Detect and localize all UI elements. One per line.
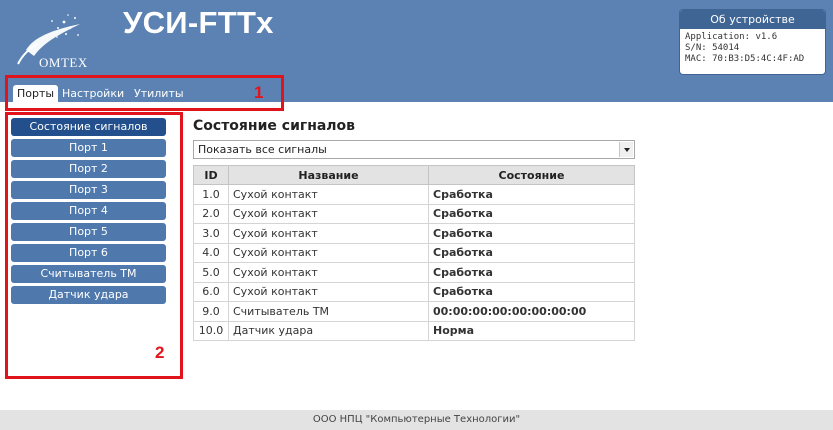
- device-serial-number: S/N: 54014: [685, 43, 740, 53]
- logo-text: OMTEX: [39, 55, 88, 70]
- signal-state-cell: Сработка: [428, 242, 635, 263]
- table-row: 9.0 Считыватель ТМ 00:00:00:00:00:00:00:00: [193, 301, 635, 322]
- table-row: 6.0 Сухой контакт Сработка: [193, 281, 635, 302]
- signal-id-cell: 1.0: [193, 184, 229, 205]
- signal-filter-value: Показать все сигналы: [198, 143, 327, 156]
- device-app-version: Application: v1.6: [685, 32, 778, 42]
- table-row: 2.0 Сухой контакт Сработка: [193, 203, 635, 224]
- signal-state-cell: Сработка: [428, 203, 635, 224]
- signal-state-cell: Сработка: [428, 281, 635, 302]
- device-mac-address: MAC: 70:B3:D5:4C:4F:AD: [685, 54, 805, 64]
- page-title: Состояние сигналов: [193, 118, 356, 134]
- signal-state-cell: Сработка: [428, 223, 635, 244]
- column-header-state: Состояние: [428, 165, 635, 185]
- table-row: 10.0 Датчик удара Норма: [193, 320, 635, 341]
- signal-state-cell: Сработка: [428, 184, 635, 205]
- signal-name-cell: Сухой контакт: [228, 281, 429, 302]
- device-info-panel: Об устройстве Application: v1.6 S/N: 540…: [679, 9, 826, 75]
- annotation-number-2: 2: [155, 343, 165, 362]
- table-row: 1.0 Сухой контакт Сработка: [193, 184, 635, 205]
- signal-state-cell: Норма: [428, 320, 635, 341]
- annotation-box-sidebar: [5, 112, 183, 379]
- signal-filter-select[interactable]: Показать все сигналы: [193, 140, 635, 159]
- signals-table-body: 1.0 Сухой контакт Сработка 2.0 Сухой контакт…: [193, 184, 635, 341]
- signal-name-cell: Датчик удара: [228, 320, 429, 341]
- company-logo: OMTEX: [8, 4, 100, 74]
- signal-name-cell: Сухой контакт: [228, 203, 429, 224]
- signal-name-cell: Сухой контакт: [228, 223, 429, 244]
- signal-state-cell: Сработка: [428, 262, 635, 283]
- signal-state-cell: 00:00:00:00:00:00:00:00: [428, 301, 635, 322]
- main-content: Состояние сигналов Показать все сигналы …: [193, 116, 637, 341]
- signal-name-cell: Сухой контакт: [228, 184, 429, 205]
- signal-id-cell: 3.0: [193, 223, 229, 244]
- table-row: 5.0 Сухой контакт Сработка: [193, 262, 635, 283]
- table-row: 3.0 Сухой контакт Сработка: [193, 223, 635, 244]
- app-title: УСИ-FTTx: [123, 5, 274, 40]
- signal-id-cell: 5.0: [193, 262, 229, 283]
- signal-id-cell: 2.0: [193, 203, 229, 224]
- annotation-box-tabs: [5, 75, 284, 111]
- column-header-id: ID: [193, 165, 229, 185]
- signal-name-cell: Сухой контакт: [228, 242, 429, 263]
- device-info-title: Об устройстве: [680, 10, 825, 29]
- app-header: OMTEX УСИ-FTTx Об устройстве Application…: [0, 0, 833, 80]
- signal-name-cell: Сухой контакт: [228, 262, 429, 283]
- signal-id-cell: 6.0: [193, 281, 229, 302]
- signals-table: ID Название Состояние 1.0 Сухой контакт Ср…: [193, 165, 635, 341]
- signal-id-cell: 4.0: [193, 242, 229, 263]
- signal-id-cell: 10.0: [193, 320, 229, 341]
- signal-id-cell: 9.0: [193, 301, 229, 322]
- table-header-row: ID Название Состояние: [193, 165, 635, 185]
- table-row: 4.0 Сухой контакт Сработка: [193, 242, 635, 263]
- footer: ООО НПЦ "Компьютерные Технологии": [0, 410, 833, 430]
- column-header-name: Название: [228, 165, 429, 185]
- annotation-number-1: 1: [254, 83, 264, 102]
- dropdown-arrow-icon[interactable]: [619, 142, 633, 157]
- signal-name-cell: Считыватель ТМ: [228, 301, 429, 322]
